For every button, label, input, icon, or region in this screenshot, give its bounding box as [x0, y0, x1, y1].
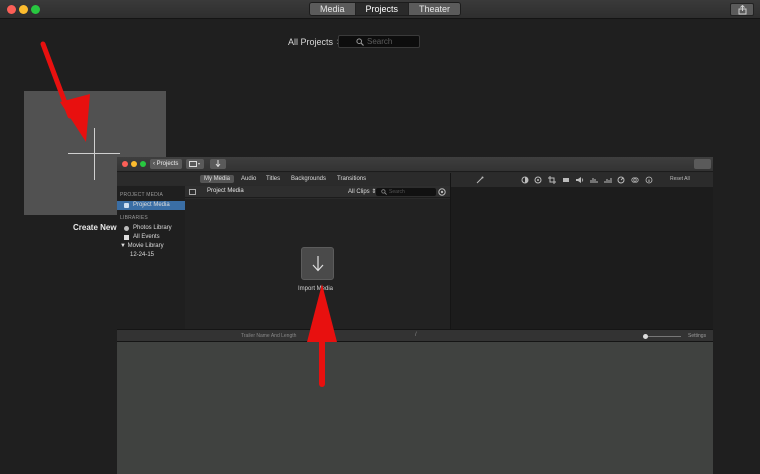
- close-window-button[interactable]: [122, 161, 128, 167]
- tab-titles[interactable]: Titles: [262, 175, 284, 183]
- tab-my-media[interactable]: My Media: [200, 175, 235, 183]
- sidebar-item-label: Photos Library: [133, 225, 172, 231]
- media-browser: Import Media: [185, 199, 450, 329]
- trailer-name-label: Trailer Name And Length: [241, 333, 297, 339]
- sidebar-item-all-events[interactable]: All Events: [117, 233, 185, 242]
- timeline-toolbar: Trailer Name And Length / Settings: [117, 329, 713, 342]
- search-icon: [356, 38, 364, 46]
- sidebar-item-label: ▼ Movie Library: [120, 243, 164, 249]
- plus-icon: [94, 128, 95, 180]
- tab-theater[interactable]: Theater: [408, 3, 461, 15]
- speed-icon[interactable]: [617, 176, 625, 184]
- browser-title: Project Media: [207, 188, 244, 194]
- imovie-project-window: ‹ Projects My Media Audio Titles Backgro…: [117, 157, 713, 474]
- libraries-header: LIBRARIES: [120, 215, 148, 221]
- share-icon: [738, 5, 747, 15]
- crop-icon[interactable]: [548, 176, 556, 184]
- timecode-separator: /: [415, 332, 417, 338]
- share-button[interactable]: [730, 3, 754, 16]
- import-media-button[interactable]: [301, 247, 334, 280]
- view-switcher: Media Projects Theater: [309, 2, 462, 16]
- plus-icon-bar: [68, 153, 120, 154]
- sidebar-item-event[interactable]: 12-24-15: [117, 251, 185, 260]
- timeline-settings-button[interactable]: Settings: [688, 333, 706, 339]
- library-sidebar: PROJECT MEDIA Project Media LIBRARIES Ph…: [117, 186, 185, 329]
- photos-icon: [124, 226, 129, 231]
- tab-backgrounds[interactable]: Backgrounds: [287, 175, 330, 183]
- media-tabs: My Media Audio Titles Backgrounds Transi…: [117, 173, 450, 185]
- color-balance-icon[interactable]: [521, 176, 529, 184]
- folder-icon: [124, 203, 129, 208]
- projects-search-input[interactable]: Search: [338, 35, 420, 48]
- noise-reduction-icon[interactable]: [590, 176, 598, 184]
- share-button[interactable]: [694, 159, 711, 169]
- tab-projects[interactable]: Projects: [354, 3, 409, 15]
- zoom-window-button[interactable]: [140, 161, 146, 167]
- sidebar-item-project-media[interactable]: Project Media: [117, 201, 185, 210]
- minimize-window-button[interactable]: [131, 161, 137, 167]
- title-bar: Media Projects Theater: [0, 0, 760, 19]
- viewer: [451, 187, 713, 329]
- info-icon[interactable]: [645, 176, 653, 184]
- reset-all-button[interactable]: Reset All: [670, 176, 690, 182]
- magic-wand-icon[interactable]: [476, 176, 484, 184]
- viewer-toolbar: Reset All: [451, 173, 713, 187]
- stabilization-icon[interactable]: [562, 176, 570, 184]
- tab-media[interactable]: Media: [310, 3, 355, 15]
- timeline: [117, 342, 713, 474]
- sidebar-item-label: Project Media: [133, 202, 170, 208]
- import-button[interactable]: [210, 159, 226, 169]
- tab-transitions[interactable]: Transitions: [333, 175, 370, 183]
- search-icon: [381, 189, 387, 195]
- close-window-button[interactable]: [7, 5, 16, 14]
- sidebar-item-label: 12-24-15: [130, 252, 155, 258]
- all-clips-filter[interactable]: All Clips ⇕: [348, 188, 376, 195]
- sidebar-toggle-icon[interactable]: [189, 189, 196, 195]
- color-correction-icon[interactable]: [534, 176, 542, 184]
- inner-title-bar: ‹ Projects: [117, 157, 713, 172]
- equalizer-icon[interactable]: [604, 176, 612, 184]
- search-placeholder: Search: [389, 189, 405, 195]
- project-media-header: PROJECT MEDIA: [120, 192, 164, 198]
- sidebar-item-label: All Events: [133, 234, 160, 240]
- zoom-window-button[interactable]: [31, 5, 40, 14]
- film-icon: [189, 161, 200, 167]
- tab-audio[interactable]: Audio: [237, 175, 260, 183]
- volume-icon[interactable]: [576, 176, 584, 184]
- download-arrow-icon: [215, 160, 221, 167]
- sidebar-item-movie-library[interactable]: ▼ Movie Library: [117, 242, 185, 251]
- search-placeholder: Search: [367, 37, 393, 46]
- sidebar-item-photos-library[interactable]: Photos Library: [117, 224, 185, 233]
- zoom-slider[interactable]: [648, 336, 681, 337]
- import-media-label: Import Media: [298, 286, 334, 292]
- download-arrow-icon: [312, 256, 324, 272]
- filter-icon[interactable]: [631, 176, 639, 184]
- all-projects-filter[interactable]: All Projects ⇕: [288, 37, 343, 48]
- media-search-input[interactable]: Search: [376, 188, 436, 196]
- star-icon: [124, 235, 129, 240]
- gear-icon[interactable]: [438, 188, 446, 196]
- back-to-projects-button[interactable]: ‹ Projects: [150, 159, 183, 169]
- browser-header: Project Media All Clips ⇕ Search: [185, 186, 450, 198]
- media-library-toggle-button[interactable]: [186, 159, 204, 169]
- minimize-window-button[interactable]: [19, 5, 28, 14]
- create-new-label: Create New: [73, 223, 117, 232]
